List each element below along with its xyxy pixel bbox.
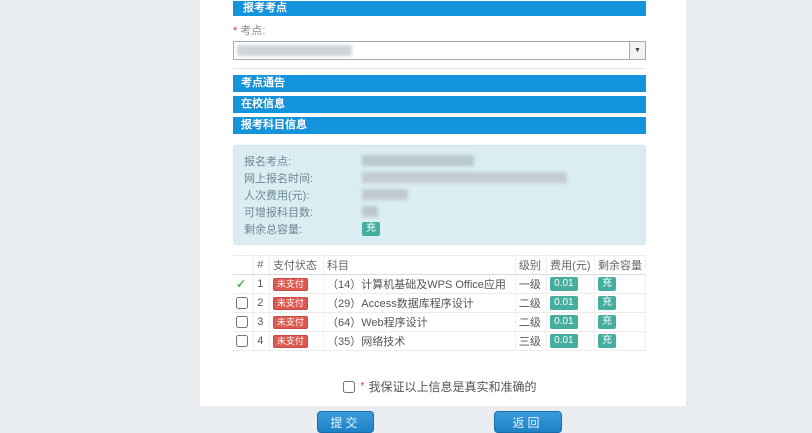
fee-badge: 0.01 bbox=[550, 315, 577, 329]
subject-level: 一级 bbox=[515, 275, 546, 294]
info-row-fee: 人次费用(元): bbox=[244, 186, 635, 203]
info-row-site: 报名考点: bbox=[244, 152, 635, 169]
subject-name: （14）计算机基础及WPS Office应用 bbox=[324, 275, 516, 294]
info-value-redacted bbox=[362, 155, 474, 166]
table-row: 4 未支付 （35）网络技术 三级 0.01 充 bbox=[233, 332, 646, 351]
capacity-badge[interactable]: 充 bbox=[598, 296, 616, 310]
fee-badge: 0.01 bbox=[550, 277, 577, 291]
subject-level: 二级 bbox=[515, 294, 546, 313]
fee-badge: 0.01 bbox=[550, 334, 577, 348]
header-checkbox-col bbox=[233, 256, 254, 275]
info-value-redacted bbox=[362, 189, 408, 200]
subject-checkbox[interactable] bbox=[236, 316, 248, 328]
header-subject: 科目 bbox=[324, 256, 516, 275]
agreement-checkbox[interactable] bbox=[343, 381, 355, 393]
exam-site-label-text: 考点: bbox=[240, 25, 265, 37]
exam-site-select[interactable]: ▼ bbox=[233, 41, 646, 60]
action-buttons: 提交 返回 bbox=[233, 411, 646, 433]
header-status: 支付状态 bbox=[269, 256, 323, 275]
exam-site-field-label: * 考点: bbox=[233, 22, 646, 38]
agreement-row: * 我保证以上信息是真实和准确的 bbox=[233, 378, 646, 395]
info-label: 报名考点: bbox=[244, 153, 362, 169]
row-index: 2 bbox=[254, 294, 270, 313]
table-header-row: # 支付状态 科目 级别 费用(元) 剩余容量 bbox=[233, 256, 646, 275]
divider bbox=[233, 68, 646, 69]
info-row-capacity: 剩余总容量: 充 bbox=[244, 220, 635, 237]
table-row: 3 未支付 （64）Web程序设计 二级 0.01 充 bbox=[233, 313, 646, 332]
submit-button[interactable]: 提交 bbox=[317, 411, 373, 433]
header-capacity: 剩余容量 bbox=[594, 256, 645, 275]
subject-checkbox[interactable] bbox=[236, 335, 248, 347]
info-label: 剩余总容量: bbox=[244, 221, 362, 237]
info-label: 网上报名时间: bbox=[244, 170, 362, 186]
required-mark: * bbox=[233, 25, 237, 37]
info-label: 人次费用(元): bbox=[244, 187, 362, 203]
subject-level: 三级 bbox=[515, 332, 546, 351]
required-mark: * bbox=[361, 381, 365, 392]
agreement-text: 我保证以上信息是真实和准确的 bbox=[368, 378, 536, 395]
subject-name: （29）Access数据库程序设计 bbox=[324, 294, 516, 313]
capacity-badge[interactable]: 充 bbox=[598, 315, 616, 329]
header-fee: 费用(元) bbox=[547, 256, 595, 275]
header-level: 级别 bbox=[515, 256, 546, 275]
back-button[interactable]: 返回 bbox=[494, 411, 562, 433]
subjects-table: # 支付状态 科目 级别 费用(元) 剩余容量 ✓ 1 未支付 （14）计算机基… bbox=[233, 255, 646, 351]
info-row-time: 网上报名时间: bbox=[244, 169, 635, 186]
info-label: 可增报科目数: bbox=[244, 204, 362, 220]
registration-info-panel: 报名考点: 网上报名时间: 人次费用(元): 可增报科目数: 剩余总容量: 充 bbox=[233, 145, 646, 245]
subject-level: 二级 bbox=[515, 313, 546, 332]
header-index: # bbox=[254, 256, 270, 275]
capacity-badge[interactable]: 充 bbox=[598, 277, 616, 291]
accordion-site-notice[interactable]: 考点通告 bbox=[233, 75, 646, 92]
registration-form-card: 报考考点 * 考点: ▼ 考点通告 在校信息 报考科目信息 报名考点: 网上报名… bbox=[200, 0, 686, 406]
table-row: ✓ 1 未支付 （14）计算机基础及WPS Office应用 一级 0.01 充 bbox=[233, 275, 646, 294]
capacity-badge: 充 bbox=[362, 222, 380, 236]
info-value-redacted bbox=[362, 206, 378, 217]
status-badge: 未支付 bbox=[273, 297, 308, 310]
status-badge: 未支付 bbox=[273, 316, 308, 329]
row-index: 1 bbox=[254, 275, 270, 294]
accordion-school-info[interactable]: 在校信息 bbox=[233, 96, 646, 113]
check-icon[interactable]: ✓ bbox=[236, 277, 246, 291]
subject-name: （64）Web程序设计 bbox=[324, 313, 516, 332]
capacity-badge[interactable]: 充 bbox=[598, 334, 616, 348]
status-badge: 未支付 bbox=[273, 335, 308, 348]
subject-name: （35）网络技术 bbox=[324, 332, 516, 351]
subject-checkbox[interactable] bbox=[236, 297, 248, 309]
row-index: 3 bbox=[254, 313, 270, 332]
info-value-redacted bbox=[362, 172, 567, 183]
status-badge: 未支付 bbox=[273, 278, 308, 291]
chevron-down-icon[interactable]: ▼ bbox=[629, 42, 645, 59]
row-index: 4 bbox=[254, 332, 270, 351]
fee-badge: 0.01 bbox=[550, 296, 577, 310]
table-row: 2 未支付 （29）Access数据库程序设计 二级 0.01 充 bbox=[233, 294, 646, 313]
exam-site-selected-value-redacted bbox=[237, 45, 352, 56]
page-title: 报考考点 bbox=[233, 1, 646, 16]
accordion-subject-info[interactable]: 报考科目信息 bbox=[233, 117, 646, 134]
info-row-extra-subjects: 可增报科目数: bbox=[244, 203, 635, 220]
